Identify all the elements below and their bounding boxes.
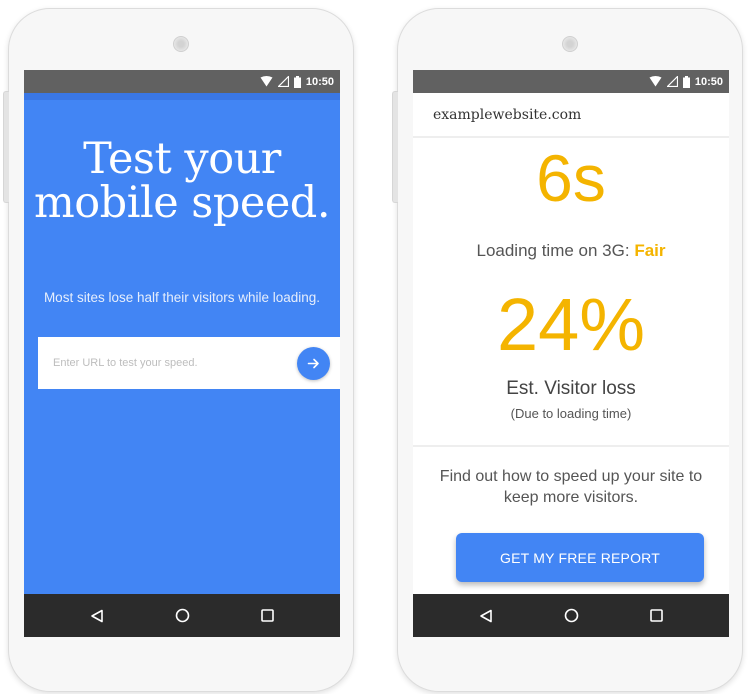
battery-icon [682, 75, 690, 88]
visitor-loss-note: (Due to loading time) [510, 406, 632, 421]
navigation-bar [24, 594, 340, 637]
speed-results: examplewebsite.com 6s Loading time on 3G… [413, 93, 729, 594]
signal-icon [666, 76, 678, 87]
speed-test-hero: Test your mobile speed. Most sites lose … [24, 93, 340, 594]
status-time: 10:50 [694, 75, 723, 88]
side-button [3, 91, 9, 203]
visitor-loss-label: Est. Visitor loss [506, 378, 636, 399]
arrow-right-icon [307, 358, 319, 369]
wifi-icon [649, 76, 662, 87]
wifi-icon [260, 76, 273, 87]
status-bar: 10:50 [24, 70, 340, 93]
battery-icon [293, 75, 301, 88]
signal-icon [277, 76, 289, 87]
loading-time-label: Loading time on 3G: Fair [413, 241, 729, 261]
url-input[interactable] [51, 356, 275, 370]
divider [413, 136, 729, 138]
phone-left: 10:50 Test your mobile speed. Most sites… [3, 8, 354, 692]
speed-rating: Fair [634, 241, 666, 260]
hero-subtitle: Most sites lose half their visitors whil… [43, 290, 321, 305]
navigation-bar [413, 594, 729, 637]
submit-url-button[interactable] [297, 347, 330, 380]
app-header-band [24, 93, 340, 100]
url-input-box [38, 337, 340, 389]
load-time-value: 6s [536, 141, 606, 215]
side-button [392, 91, 398, 203]
hero-headline: Test your mobile speed. [24, 137, 340, 225]
back-icon[interactable] [90, 609, 104, 623]
earpiece-speaker [562, 36, 578, 52]
back-icon[interactable] [479, 609, 493, 623]
phone-right: 10:50 examplewebsite.com 6s Loading time… [392, 8, 743, 692]
cta-description: Find out how to speed up your site to ke… [439, 468, 703, 506]
home-icon[interactable] [175, 608, 190, 623]
headline-line-1: Test your [83, 134, 281, 184]
divider [413, 445, 729, 447]
status-time: 10:50 [305, 75, 334, 88]
status-bar: 10:50 [413, 70, 729, 93]
recents-icon[interactable] [261, 609, 275, 622]
loading-time-text: Loading time on 3G: [476, 241, 635, 260]
screen-right: 10:50 examplewebsite.com 6s Loading time… [413, 70, 729, 637]
visitor-loss-value: 24% [496, 283, 646, 366]
recents-icon[interactable] [650, 609, 664, 622]
headline-line-2: mobile speed. [34, 178, 331, 228]
get-report-button[interactable]: GET MY FREE REPORT [456, 533, 704, 582]
home-icon[interactable] [564, 608, 579, 623]
earpiece-speaker [173, 36, 189, 52]
tested-site-url: examplewebsite.com [433, 107, 582, 123]
screen-left: 10:50 Test your mobile speed. Most sites… [24, 70, 340, 637]
